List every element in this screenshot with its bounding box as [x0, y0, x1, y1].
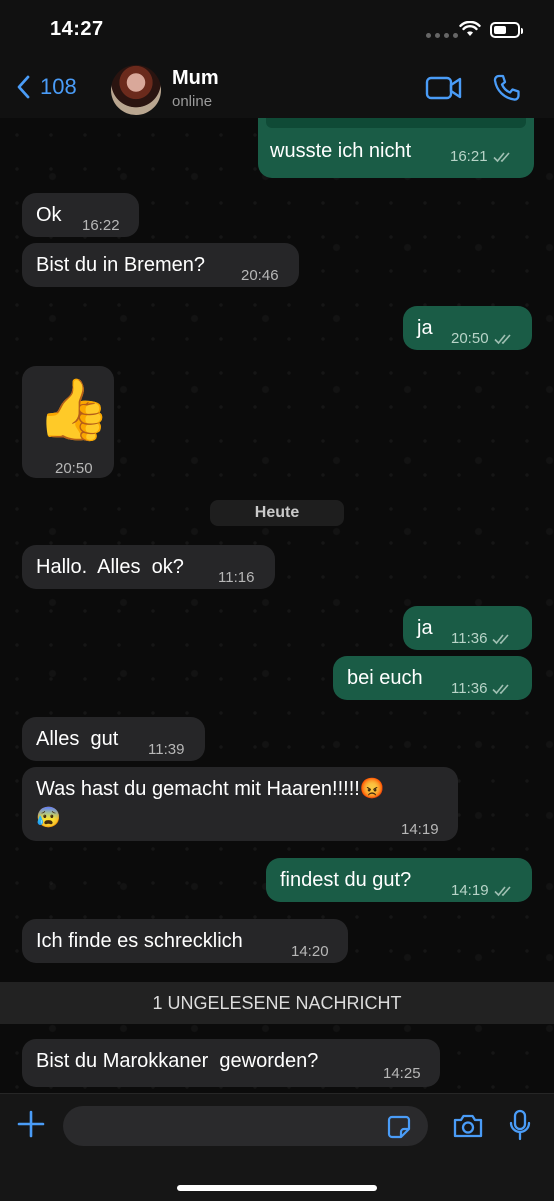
day-separator: Heute	[210, 500, 344, 526]
message-text: Alles gut	[36, 728, 119, 750]
message-text: bei euch	[347, 667, 423, 689]
camera-icon[interactable]	[452, 1113, 484, 1139]
message-list[interactable]: wusste ich nicht 16:21 Ok 16:22 Bist du …	[0, 118, 554, 1093]
message-incoming[interactable]: Ich finde es schrecklich 14:20	[22, 919, 348, 963]
back-unread-count: 108	[40, 74, 77, 99]
message-text: ja	[417, 617, 433, 639]
status-time: 14:27	[50, 18, 104, 40]
plus-icon[interactable]	[16, 1109, 46, 1139]
message-time-text: 11:36	[451, 630, 488, 647]
quoted-reply	[266, 118, 526, 128]
message-outgoing[interactable]: wusste ich nicht 16:21	[258, 118, 534, 178]
unread-messages-banner: 1 UNGELESENE NACHRICHT	[0, 982, 554, 1024]
double-check-icon	[492, 152, 510, 163]
message-outgoing[interactable]: ja 11:36	[403, 606, 532, 650]
message-time: 14:19	[401, 821, 439, 838]
message-time: 11:39	[148, 741, 185, 758]
message-text: Was hast du gemacht mit Haaren!!!!!😡	[36, 778, 385, 800]
chevron-left-icon	[17, 75, 30, 99]
signal-icon	[426, 33, 458, 38]
video-camera-icon[interactable]	[425, 75, 463, 101]
composer-bar	[0, 1093, 554, 1201]
message-incoming[interactable]: Was hast du gemacht mit Haaren!!!!!😡 😰 1…	[22, 767, 458, 841]
message-text: Ich finde es schrecklich	[36, 930, 243, 952]
sticker-icon[interactable]	[387, 1115, 411, 1139]
message-time: 11:16	[218, 569, 255, 586]
contact-avatar[interactable]	[111, 65, 161, 115]
message-incoming[interactable]: Bist du in Bremen? 20:46	[22, 243, 299, 287]
wifi-icon	[459, 21, 481, 36]
message-time-text: 14:19	[451, 882, 489, 899]
message-time: 20:50	[451, 326, 514, 352]
contact-status: online	[172, 93, 213, 110]
double-check-icon	[493, 886, 511, 897]
message-time: 20:50	[55, 460, 93, 477]
message-text: wusste ich nicht	[270, 140, 412, 162]
status-bar: 14:27	[0, 0, 554, 60]
message-text: Bist du Marokkaner geworden?	[36, 1050, 319, 1072]
message-time: 16:22	[82, 217, 120, 234]
home-indicator	[177, 1185, 377, 1191]
double-check-icon	[492, 634, 510, 645]
phone-icon[interactable]	[492, 73, 522, 103]
message-text: Ok	[36, 204, 62, 226]
back-button[interactable]: 108	[16, 74, 77, 100]
message-incoming[interactable]: Bist du Marokkaner geworden? 14:25	[22, 1039, 440, 1087]
message-input[interactable]	[63, 1106, 428, 1146]
message-time: 11:36	[451, 626, 512, 652]
microphone-icon[interactable]	[509, 1109, 531, 1141]
message-time: 16:21	[450, 144, 513, 170]
message-text-emoji: 😰	[36, 807, 61, 829]
message-incoming[interactable]: Alles gut 11:39	[22, 717, 205, 761]
message-time: 20:46	[241, 267, 279, 284]
chat-header: 108 Mum online	[0, 60, 554, 119]
message-text: ja	[417, 317, 433, 339]
message-time-text: 11:36	[451, 680, 488, 697]
message-outgoing[interactable]: bei euch 11:36	[333, 656, 532, 700]
message-time: 14:19	[451, 878, 514, 904]
battery-icon	[490, 22, 523, 38]
double-check-icon	[492, 684, 510, 695]
contact-name[interactable]: Mum	[172, 67, 219, 90]
message-time: 14:20	[291, 943, 329, 960]
message-time: 14:25	[383, 1065, 421, 1082]
message-text: Bist du in Bremen?	[36, 254, 205, 276]
message-outgoing[interactable]: ja 20:50	[403, 306, 532, 350]
message-incoming[interactable]: Hallo. Alles ok? 11:16	[22, 545, 275, 589]
message-outgoing[interactable]: findest du gut? 14:19	[266, 858, 532, 902]
message-time: 11:36	[451, 676, 512, 702]
message-time-text: 20:50	[451, 330, 489, 347]
message-incoming[interactable]: Ok 16:22	[22, 193, 139, 237]
message-text: findest du gut?	[280, 869, 412, 891]
double-check-icon	[493, 334, 511, 345]
message-time-text: 16:21	[450, 148, 488, 165]
thumbs-up-emoji: 👍	[36, 376, 111, 443]
message-text: Hallo. Alles ok?	[36, 556, 184, 578]
message-incoming-sticker[interactable]: 👍 20:50	[22, 366, 114, 478]
